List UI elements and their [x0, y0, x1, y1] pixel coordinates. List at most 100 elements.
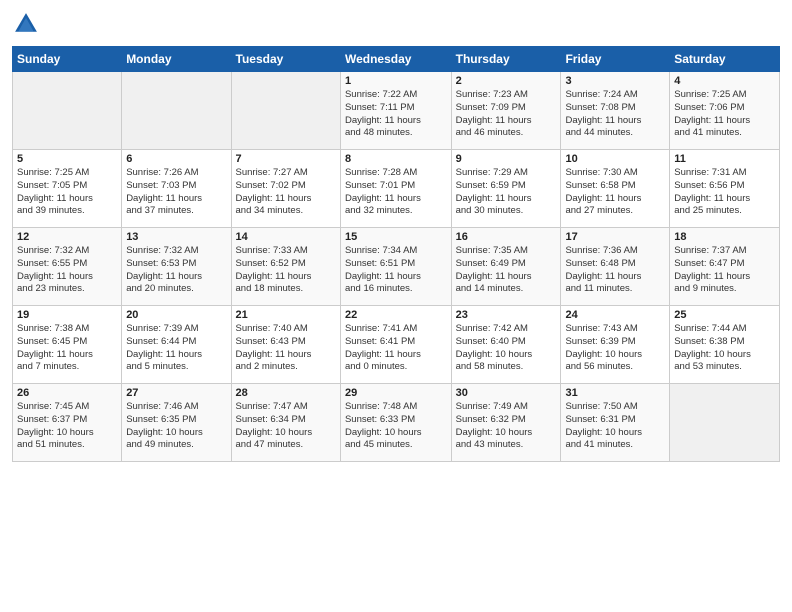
day-cell: 11Sunrise: 7:31 AM Sunset: 6:56 PM Dayli…: [670, 150, 780, 228]
day-cell: 22 Sunrise: 7:41 AM Sunset: 6:41 PM Dayli…: [340, 306, 451, 384]
calendar-header-row: SundayMondayTuesdayWednesdayThursdayFrid…: [13, 47, 780, 72]
day-cell: [122, 72, 231, 150]
day-number: 21: [236, 309, 336, 321]
day-info: Sunrise: 7:39 AM Sunset: 6:44 PM Dayligh…: [126, 323, 226, 374]
day-info: Sunrise: 7:31 AM Sunset: 6:56 PM Dayligh…: [674, 167, 775, 218]
day-number: 15: [345, 231, 447, 243]
day-cell: 19 Sunrise: 7:38 AM Sunset: 6:45 PM Dayli…: [13, 306, 122, 384]
day-cell: 7 Sunrise: 7:27 AM Sunset: 7:02 PM Daylig…: [231, 150, 340, 228]
day-cell: 25 Sunrise: 7:44 AM Sunset: 6:38 PM Dayli…: [670, 306, 780, 384]
header: [12, 10, 780, 38]
day-number: 9: [456, 153, 557, 165]
day-cell: [231, 72, 340, 150]
day-info: Sunrise: 7:42 AM Sunset: 6:40 PM Dayligh…: [456, 323, 557, 374]
day-info: Sunrise: 7:32 AM Sunset: 6:53 PM Dayligh…: [126, 245, 226, 296]
day-number: 24: [565, 309, 665, 321]
day-info: Sunrise: 7:38 AM Sunset: 6:45 PM Dayligh…: [17, 323, 117, 374]
day-number: 17: [565, 231, 665, 243]
day-number: 1: [345, 75, 447, 87]
day-cell: 4 Sunrise: 7:25 AM Sunset: 7:06 PM Daylig…: [670, 72, 780, 150]
day-cell: 16 Sunrise: 7:35 AM Sunset: 6:49 PM Dayli…: [451, 228, 561, 306]
week-row-2: 12 Sunrise: 7:32 AM Sunset: 6:55 PM Dayli…: [13, 228, 780, 306]
day-info: Sunrise: 7:30 AM Sunset: 6:58 PM Dayligh…: [565, 167, 665, 218]
day-number: 3: [565, 75, 665, 87]
col-header-monday: Monday: [122, 47, 231, 72]
day-info: Sunrise: 7:24 AM Sunset: 7:08 PM Dayligh…: [565, 89, 665, 140]
day-info: Sunrise: 7:26 AM Sunset: 7:03 PM Dayligh…: [126, 167, 226, 218]
day-number: 26: [17, 387, 117, 399]
day-cell: 9 Sunrise: 7:29 AM Sunset: 6:59 PM Daylig…: [451, 150, 561, 228]
day-number: 14: [236, 231, 336, 243]
day-info: Sunrise: 7:27 AM Sunset: 7:02 PM Dayligh…: [236, 167, 336, 218]
col-header-wednesday: Wednesday: [340, 47, 451, 72]
day-cell: 26 Sunrise: 7:45 AM Sunset: 6:37 PM Dayli…: [13, 384, 122, 462]
week-row-1: 5 Sunrise: 7:25 AM Sunset: 7:05 PM Daylig…: [13, 150, 780, 228]
day-number: 31: [565, 387, 665, 399]
day-info: Sunrise: 7:43 AM Sunset: 6:39 PM Dayligh…: [565, 323, 665, 374]
week-row-3: 19 Sunrise: 7:38 AM Sunset: 6:45 PM Dayli…: [13, 306, 780, 384]
day-cell: 5 Sunrise: 7:25 AM Sunset: 7:05 PM Daylig…: [13, 150, 122, 228]
day-number: 22: [345, 309, 447, 321]
day-info: Sunrise: 7:34 AM Sunset: 6:51 PM Dayligh…: [345, 245, 447, 296]
day-info: Sunrise: 7:47 AM Sunset: 6:34 PM Dayligh…: [236, 401, 336, 452]
day-cell: 6Sunrise: 7:26 AM Sunset: 7:03 PM Daylig…: [122, 150, 231, 228]
day-info: Sunrise: 7:35 AM Sunset: 6:49 PM Dayligh…: [456, 245, 557, 296]
col-header-friday: Friday: [561, 47, 670, 72]
day-number: 19: [17, 309, 117, 321]
day-number: 29: [345, 387, 447, 399]
day-info: Sunrise: 7:49 AM Sunset: 6:32 PM Dayligh…: [456, 401, 557, 452]
day-number: 23: [456, 309, 557, 321]
day-cell: [670, 384, 780, 462]
day-info: Sunrise: 7:25 AM Sunset: 7:05 PM Dayligh…: [17, 167, 117, 218]
day-number: 18: [674, 231, 775, 243]
day-number: 4: [674, 75, 775, 87]
day-number: 28: [236, 387, 336, 399]
logo: [12, 10, 44, 38]
day-number: 16: [456, 231, 557, 243]
day-cell: 23 Sunrise: 7:42 AM Sunset: 6:40 PM Dayli…: [451, 306, 561, 384]
day-cell: 30 Sunrise: 7:49 AM Sunset: 6:32 PM Dayli…: [451, 384, 561, 462]
day-number: 7: [236, 153, 336, 165]
day-number: 25: [674, 309, 775, 321]
day-number: 5: [17, 153, 117, 165]
day-cell: 8 Sunrise: 7:28 AM Sunset: 7:01 PM Daylig…: [340, 150, 451, 228]
day-cell: 1 Sunrise: 7:22 AM Sunset: 7:11 PM Daylig…: [340, 72, 451, 150]
day-info: Sunrise: 7:28 AM Sunset: 7:01 PM Dayligh…: [345, 167, 447, 218]
week-row-0: 1 Sunrise: 7:22 AM Sunset: 7:11 PM Daylig…: [13, 72, 780, 150]
day-cell: 3 Sunrise: 7:24 AM Sunset: 7:08 PM Daylig…: [561, 72, 670, 150]
col-header-sunday: Sunday: [13, 47, 122, 72]
day-cell: 29 Sunrise: 7:48 AM Sunset: 6:33 PM Dayli…: [340, 384, 451, 462]
day-cell: 20 Sunrise: 7:39 AM Sunset: 6:44 PM Dayli…: [122, 306, 231, 384]
day-info: Sunrise: 7:41 AM Sunset: 6:41 PM Dayligh…: [345, 323, 447, 374]
col-header-thursday: Thursday: [451, 47, 561, 72]
day-number: 2: [456, 75, 557, 87]
day-info: Sunrise: 7:25 AM Sunset: 7:06 PM Dayligh…: [674, 89, 775, 140]
day-info: Sunrise: 7:29 AM Sunset: 6:59 PM Dayligh…: [456, 167, 557, 218]
day-cell: 18 Sunrise: 7:37 AM Sunset: 6:47 PM Dayli…: [670, 228, 780, 306]
day-number: 30: [456, 387, 557, 399]
day-info: Sunrise: 7:32 AM Sunset: 6:55 PM Dayligh…: [17, 245, 117, 296]
day-info: Sunrise: 7:44 AM Sunset: 6:38 PM Dayligh…: [674, 323, 775, 374]
day-cell: 14 Sunrise: 7:33 AM Sunset: 6:52 PM Dayli…: [231, 228, 340, 306]
day-number: 20: [126, 309, 226, 321]
day-number: 12: [17, 231, 117, 243]
day-info: Sunrise: 7:37 AM Sunset: 6:47 PM Dayligh…: [674, 245, 775, 296]
day-info: Sunrise: 7:45 AM Sunset: 6:37 PM Dayligh…: [17, 401, 117, 452]
day-number: 8: [345, 153, 447, 165]
day-info: Sunrise: 7:48 AM Sunset: 6:33 PM Dayligh…: [345, 401, 447, 452]
col-header-saturday: Saturday: [670, 47, 780, 72]
day-info: Sunrise: 7:36 AM Sunset: 6:48 PM Dayligh…: [565, 245, 665, 296]
day-cell: 31 Sunrise: 7:50 AM Sunset: 6:31 PM Dayli…: [561, 384, 670, 462]
day-info: Sunrise: 7:23 AM Sunset: 7:09 PM Dayligh…: [456, 89, 557, 140]
day-cell: 12 Sunrise: 7:32 AM Sunset: 6:55 PM Dayli…: [13, 228, 122, 306]
page: SundayMondayTuesdayWednesdayThursdayFrid…: [0, 0, 792, 612]
day-number: 27: [126, 387, 226, 399]
day-cell: 24 Sunrise: 7:43 AM Sunset: 6:39 PM Dayli…: [561, 306, 670, 384]
week-row-4: 26 Sunrise: 7:45 AM Sunset: 6:37 PM Dayli…: [13, 384, 780, 462]
day-cell: 15 Sunrise: 7:34 AM Sunset: 6:51 PM Dayli…: [340, 228, 451, 306]
day-info: Sunrise: 7:50 AM Sunset: 6:31 PM Dayligh…: [565, 401, 665, 452]
day-info: Sunrise: 7:22 AM Sunset: 7:11 PM Dayligh…: [345, 89, 447, 140]
day-info: Sunrise: 7:33 AM Sunset: 6:52 PM Dayligh…: [236, 245, 336, 296]
day-cell: [13, 72, 122, 150]
col-header-tuesday: Tuesday: [231, 47, 340, 72]
